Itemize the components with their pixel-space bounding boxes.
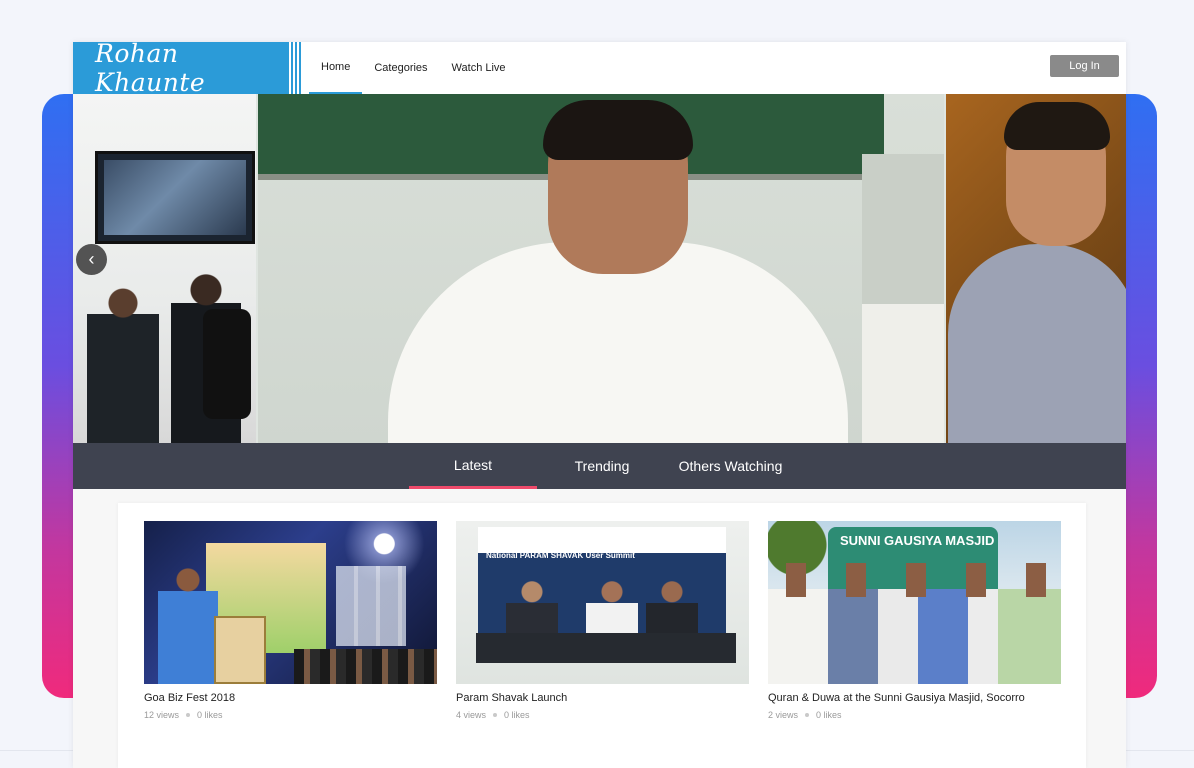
view-count: 2 views (768, 710, 799, 720)
video-title[interactable]: Quran & Duwa at the Sunni Gausiya Masjid… (768, 692, 1061, 704)
tab-others-watching[interactable]: Others Watching (673, 443, 788, 489)
interviewee-hair (1004, 102, 1110, 150)
tab-latest[interactable]: Latest (409, 443, 537, 489)
like-count: 0 likes (197, 710, 223, 720)
navbar: Rohan Khaunte Home Categories Watch Live… (73, 42, 1126, 97)
video-card[interactable]: Goa Biz Fest 2018 12 views 0 likes (144, 521, 437, 720)
video-tabs: Latest Trending Others Watching (73, 443, 1126, 489)
video-title[interactable]: Param Shavak Launch (456, 692, 749, 704)
video-card[interactable]: National PARAM SHAVAK User Summit Param … (456, 521, 749, 720)
brand-logo[interactable]: Rohan Khaunte (73, 42, 287, 97)
speaker-hair (543, 100, 693, 160)
thumbnail-sign-text: SUNNI GAUSIYA MASJID (840, 533, 995, 548)
brand-name: Rohan Khaunte (95, 42, 206, 97)
video-grid: Goa Biz Fest 2018 12 views 0 likes Natio… (118, 503, 1086, 768)
video-thumbnail[interactable] (144, 521, 437, 684)
monitor-screen (95, 151, 255, 244)
view-count: 12 views (144, 710, 180, 720)
carousel-slide-next[interactable] (946, 94, 1126, 443)
nav-categories[interactable]: Categories (362, 42, 439, 94)
side-person (862, 154, 944, 443)
nav-watch-live[interactable]: Watch Live (440, 42, 518, 94)
video-title[interactable]: Goa Biz Fest 2018 (144, 692, 437, 704)
separator-dot (186, 713, 191, 717)
carousel-prev-button[interactable]: ‹ (76, 244, 107, 275)
chevron-left-icon: ‹ (88, 249, 95, 269)
thumbnail-banner-text: National PARAM SHAVAK User Summit (486, 551, 635, 560)
video-card[interactable]: SUNNI GAUSIYA MASJID Quran & Duwa at the… (768, 521, 1061, 720)
video-thumbnail[interactable]: National PARAM SHAVAK User Summit (456, 521, 749, 684)
tab-trending[interactable]: Trending (553, 443, 651, 489)
video-stats: 2 views 0 likes (768, 710, 1061, 720)
like-count: 0 likes (504, 710, 530, 720)
content-area: Goa Biz Fest 2018 12 views 0 likes Natio… (73, 489, 1126, 768)
separator-dot (493, 713, 498, 717)
hero-carousel: ‹ (73, 94, 1126, 443)
nav-home[interactable]: Home (309, 42, 363, 94)
browser-frame: Rohan Khaunte Home Categories Watch Live… (73, 42, 1126, 768)
logo-stripes (287, 42, 301, 94)
video-stats: 12 views 0 likes (144, 710, 437, 720)
carousel-slide-current[interactable] (258, 94, 944, 443)
seated-person (87, 284, 159, 443)
video-thumbnail[interactable]: SUNNI GAUSIYA MASJID (768, 521, 1061, 684)
nav-links: Home Categories Watch Live (309, 42, 518, 94)
office-chair (203, 309, 251, 419)
login-button[interactable]: Log In (1050, 55, 1119, 77)
view-count: 4 views (456, 710, 487, 720)
interviewee-body (948, 244, 1126, 443)
like-count: 0 likes (816, 710, 842, 720)
video-stats: 4 views 0 likes (456, 710, 749, 720)
separator-dot (805, 713, 810, 717)
